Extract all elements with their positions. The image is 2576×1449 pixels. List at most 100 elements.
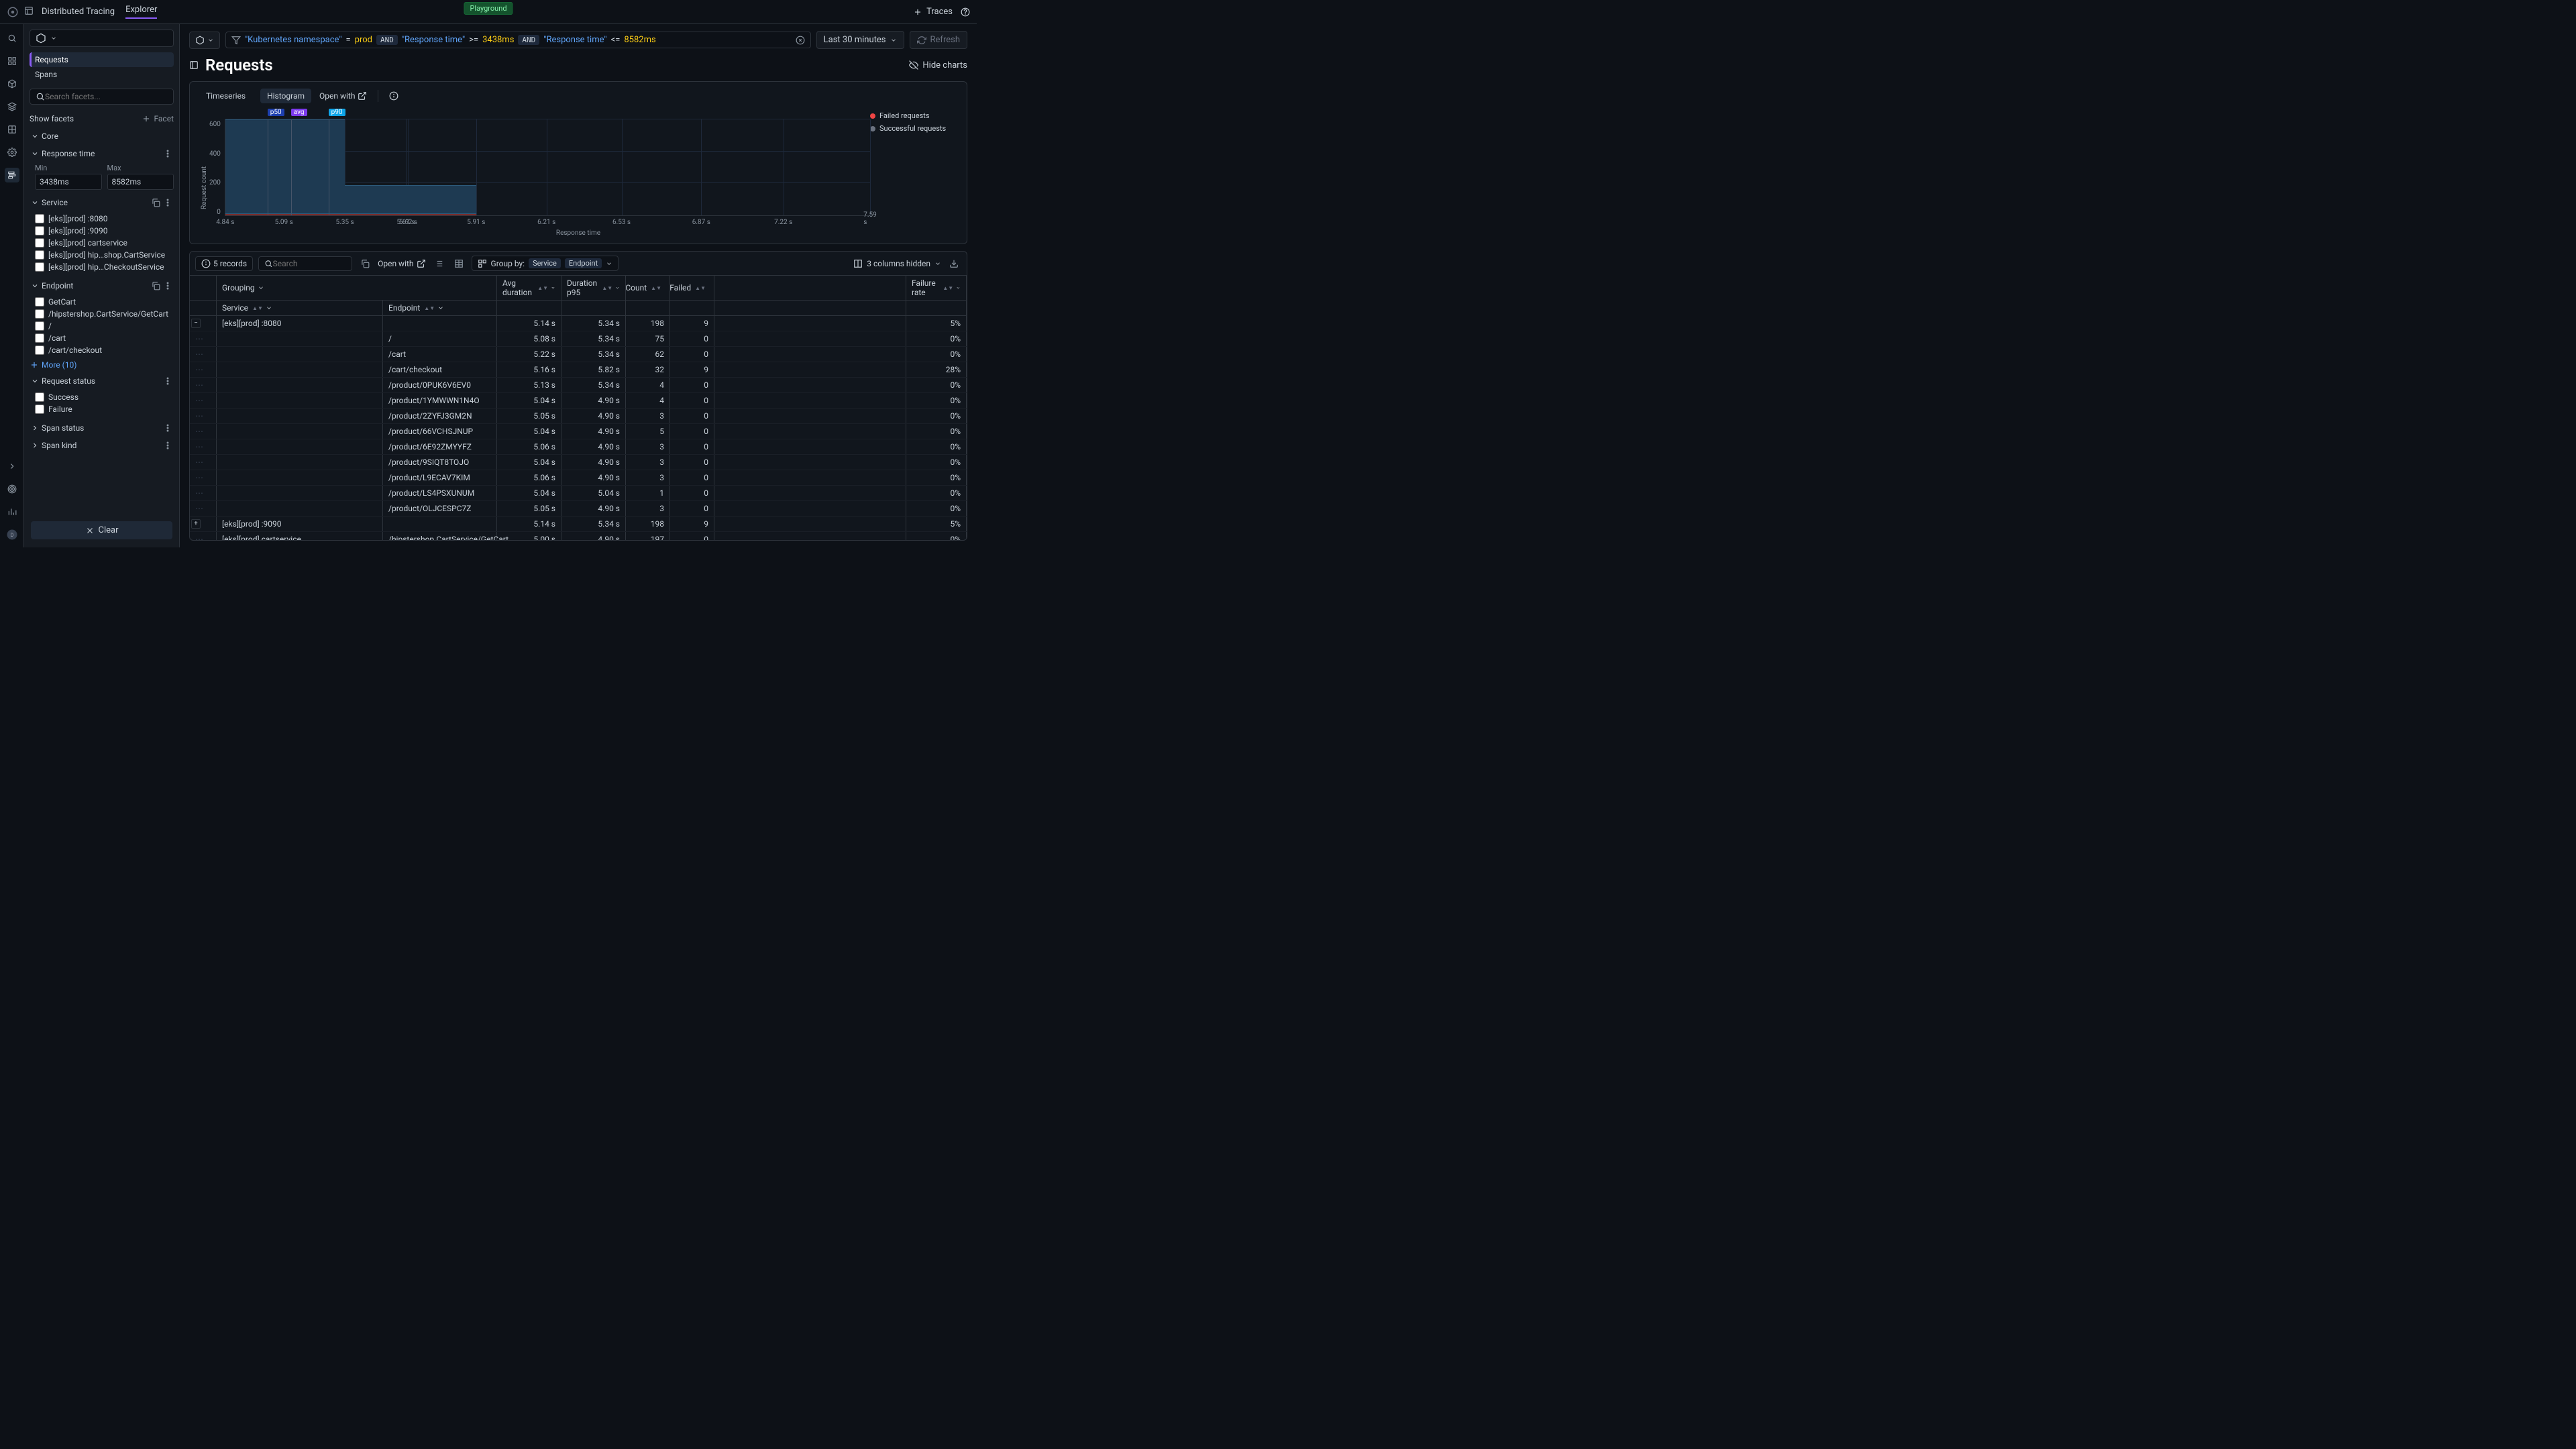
col-failrate[interactable]: Failure rate▲▼ bbox=[906, 276, 967, 300]
more-icon[interactable] bbox=[163, 198, 172, 207]
table-row[interactable]: −[eks][prod] :80805.14 s5.34 s19895% bbox=[190, 316, 967, 331]
group-by-selector[interactable]: Group by: Service Endpoint bbox=[472, 256, 619, 271]
nav-dashboard-icon[interactable] bbox=[5, 122, 19, 137]
col-service[interactable]: Service▲▼ bbox=[217, 301, 383, 315]
logo-icon[interactable] bbox=[7, 6, 19, 18]
sidebar-item-requests[interactable]: Requests bbox=[30, 52, 174, 67]
facet-span-status[interactable]: Span status bbox=[30, 421, 174, 435]
col-count[interactable]: Count▲▼ bbox=[626, 276, 670, 300]
copy-icon[interactable] bbox=[151, 198, 160, 207]
query-input[interactable]: "Kubernetes namespace" = prod AND "Respo… bbox=[225, 32, 811, 48]
table-row[interactable]: ⋯[eks][prod] cartservice/hipstershop.Car… bbox=[190, 532, 967, 540]
col-endpoint[interactable]: Endpoint▲▼ bbox=[383, 301, 497, 315]
expand-button[interactable]: − bbox=[191, 319, 201, 328]
add-facet-button[interactable]: Facet bbox=[142, 114, 174, 123]
facet-response-time[interactable]: Response time bbox=[30, 146, 174, 161]
tab-histogram[interactable]: Histogram bbox=[260, 89, 311, 103]
facet-request-status[interactable]: Request status bbox=[30, 374, 174, 388]
table-row[interactable]: ⋯/product/L9ECAV7KIM5.06 s4.90 s300% bbox=[190, 470, 967, 486]
min-input[interactable] bbox=[35, 174, 102, 190]
more-icon[interactable] bbox=[163, 441, 172, 450]
table-view-icon[interactable] bbox=[451, 258, 466, 270]
download-button[interactable] bbox=[947, 258, 961, 270]
facet-span-kind[interactable]: Span kind bbox=[30, 438, 174, 453]
columns-hidden-button[interactable]: 3 columns hidden bbox=[853, 259, 941, 268]
nav-avatar-icon[interactable]: D bbox=[5, 527, 19, 542]
nav-expand-icon[interactable] bbox=[5, 459, 19, 474]
nav-chart-icon[interactable] bbox=[5, 504, 19, 519]
legend-success[interactable]: Successful requests bbox=[870, 124, 957, 133]
legend-failed[interactable]: Failed requests bbox=[870, 111, 957, 120]
chart-info-icon[interactable] bbox=[389, 91, 398, 101]
histogram-plot[interactable]: p50avgp90 4.84 s5.09 s5.35 s5.61 s5.62 s… bbox=[225, 119, 870, 216]
service-option[interactable]: [eks][prod] :8080 bbox=[35, 213, 174, 225]
nav-apps-icon[interactable] bbox=[5, 54, 19, 68]
refresh-button[interactable]: Refresh bbox=[910, 31, 967, 49]
table-row[interactable]: ⋯/product/LS4PSXUNUM5.04 s5.04 s100% bbox=[190, 486, 967, 501]
table-open-with[interactable]: Open with bbox=[378, 259, 425, 268]
nav-gear-icon[interactable] bbox=[5, 145, 19, 160]
more-icon[interactable] bbox=[163, 149, 172, 158]
endpoint-option[interactable]: GetCart bbox=[35, 296, 174, 308]
tab-timeseries[interactable]: Timeseries bbox=[199, 89, 252, 103]
table-row[interactable]: ⋯/product/1YMWWN1N4O5.04 s4.90 s400% bbox=[190, 393, 967, 409]
nav-tracing-icon[interactable] bbox=[5, 168, 19, 182]
status-failure-row[interactable]: Failure bbox=[35, 403, 174, 415]
table-row[interactable]: ⋯/product/9SIQT8TOJO5.04 s4.90 s300% bbox=[190, 455, 967, 470]
chart-open-with[interactable]: Open with bbox=[319, 91, 367, 101]
facet-core[interactable]: Core bbox=[30, 129, 174, 144]
nav-search-icon[interactable] bbox=[5, 31, 19, 46]
table-search[interactable] bbox=[258, 256, 352, 271]
endpoint-option[interactable]: /cart/checkout bbox=[35, 344, 174, 356]
table-row[interactable]: +[eks][prod] :90905.14 s5.34 s19895% bbox=[190, 517, 967, 532]
col-grouping[interactable]: Grouping bbox=[217, 276, 497, 300]
traces-button[interactable]: Traces bbox=[913, 7, 953, 17]
endpoint-option[interactable]: /hipstershop.CartService/GetCart bbox=[35, 308, 174, 320]
col-p95[interactable]: Duration p95▲▼ bbox=[561, 276, 626, 300]
endpoint-option[interactable]: /cart bbox=[35, 332, 174, 344]
table-row[interactable]: ⋯/cart/checkout5.16 s5.82 s32928% bbox=[190, 362, 967, 378]
col-avg[interactable]: Avg duration▲▼ bbox=[497, 276, 561, 300]
service-option[interactable]: [eks][prod] :9090 bbox=[35, 225, 174, 237]
nav-cube-icon[interactable] bbox=[5, 76, 19, 91]
facet-endpoint[interactable]: Endpoint bbox=[30, 278, 174, 293]
more-icon[interactable] bbox=[163, 281, 172, 290]
table-search-input[interactable] bbox=[273, 259, 346, 268]
table-row[interactable]: ⋯/product/66VCHSJNUP5.04 s4.90 s500% bbox=[190, 424, 967, 439]
hide-charts-button[interactable]: Hide charts bbox=[909, 60, 967, 70]
nav-target-icon[interactable] bbox=[5, 482, 19, 496]
table-row[interactable]: ⋯/product/2ZYFJ3GM2N5.05 s4.90 s300% bbox=[190, 409, 967, 424]
max-input[interactable] bbox=[107, 174, 174, 190]
more-icon[interactable] bbox=[163, 423, 172, 433]
table-row[interactable]: ⋯/product/0PUK6V6EV05.13 s5.34 s400% bbox=[190, 378, 967, 393]
group-pill-service[interactable]: Service bbox=[529, 258, 561, 268]
group-pill-endpoint[interactable]: Endpoint bbox=[565, 258, 602, 268]
table-row[interactable]: ⋯/5.08 s5.34 s7500% bbox=[190, 331, 967, 347]
table-row[interactable]: ⋯/product/6E92ZMYYFZ5.06 s4.90 s300% bbox=[190, 439, 967, 455]
help-icon[interactable] bbox=[961, 7, 970, 17]
clear-button[interactable]: Clear bbox=[31, 521, 172, 539]
table-row[interactable]: ⋯/product/OLJCESPC7Z5.05 s4.90 s300% bbox=[190, 501, 967, 517]
endpoint-option[interactable]: / bbox=[35, 320, 174, 332]
nav-layers-icon[interactable] bbox=[5, 99, 19, 114]
scope-selector-sidebar[interactable] bbox=[30, 30, 174, 47]
facet-search-input[interactable] bbox=[45, 92, 168, 101]
facet-service[interactable]: Service bbox=[30, 195, 174, 210]
table-row[interactable]: ⋯/cart5.22 s5.34 s6200% bbox=[190, 347, 967, 362]
list-view-icon[interactable] bbox=[431, 258, 446, 270]
copy-icon[interactable] bbox=[151, 281, 160, 290]
sidebar-toggle-icon[interactable] bbox=[189, 60, 199, 70]
service-option[interactable]: [eks][prod] hip…CheckoutService bbox=[35, 261, 174, 273]
service-option[interactable]: [eks][prod] hip…shop.CartService bbox=[35, 249, 174, 261]
more-endpoints[interactable]: More (10) bbox=[30, 359, 174, 371]
status-success-row[interactable]: Success bbox=[35, 391, 174, 403]
sidebar-item-spans[interactable]: Spans bbox=[30, 67, 174, 82]
facet-search[interactable] bbox=[30, 89, 174, 105]
time-range-button[interactable]: Last 30 minutes bbox=[816, 31, 904, 49]
expand-button[interactable]: + bbox=[191, 519, 201, 529]
tab-explorer[interactable]: Explorer bbox=[125, 5, 157, 19]
copy-button[interactable] bbox=[358, 258, 372, 270]
more-icon[interactable] bbox=[163, 376, 172, 386]
service-option[interactable]: [eks][prod] cartservice bbox=[35, 237, 174, 249]
clear-query-button[interactable] bbox=[796, 36, 805, 45]
